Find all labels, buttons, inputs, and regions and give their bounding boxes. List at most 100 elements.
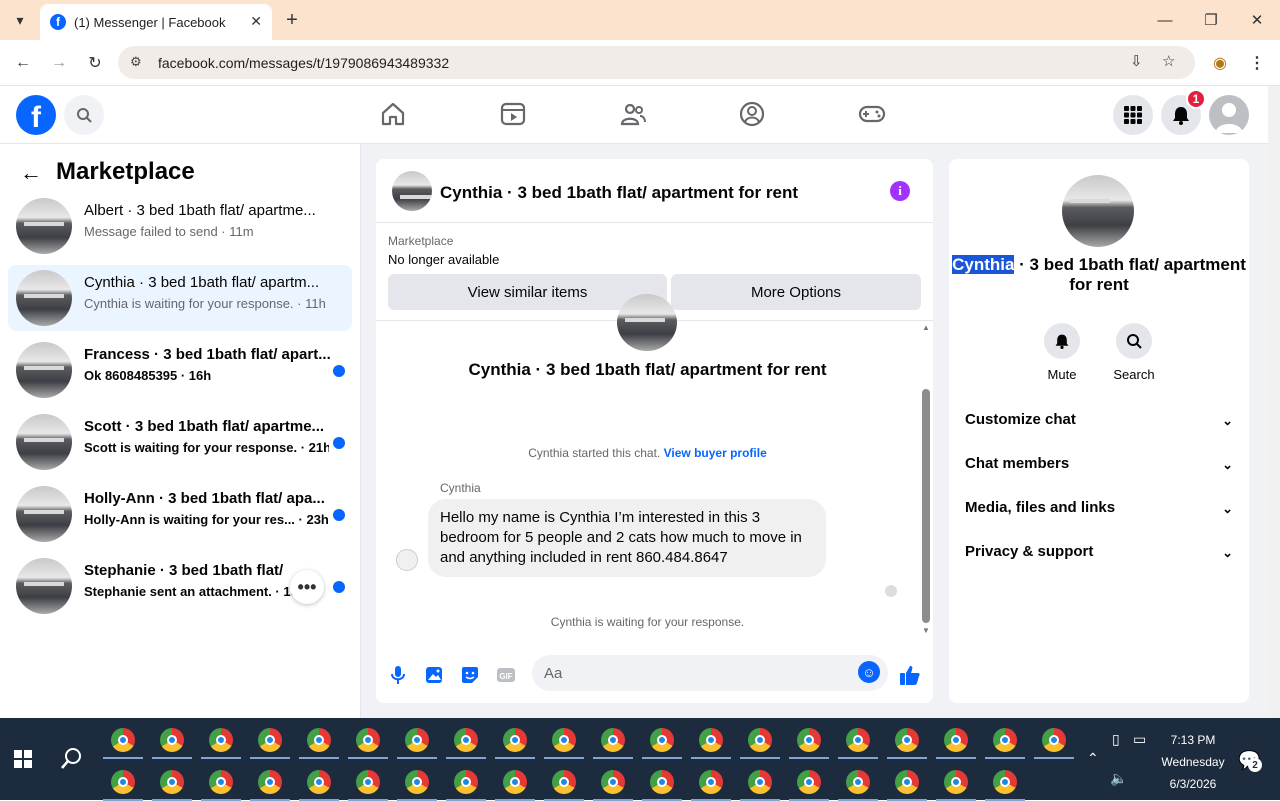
- taskbar-app-icon[interactable]: [601, 770, 625, 794]
- profile-icon[interactable]: ◉: [1208, 51, 1232, 75]
- mute-button[interactable]: Mute: [1032, 323, 1092, 382]
- taskbar-app-icon[interactable]: [748, 770, 772, 794]
- search-icon[interactable]: [64, 95, 104, 135]
- more-options-button[interactable]: More Options: [671, 274, 921, 310]
- message-scrollbar[interactable]: ▲ ▼: [919, 321, 933, 637]
- restore-icon[interactable]: ❐: [1196, 8, 1226, 32]
- browser-tab[interactable]: f (1) Messenger | Facebook ✕: [40, 4, 272, 40]
- taskbar-app-icon[interactable]: [748, 728, 772, 752]
- scroll-down-icon[interactable]: ▼: [922, 626, 930, 635]
- windows-start-icon[interactable]: [14, 750, 32, 773]
- conversation-title[interactable]: Cynthia · 3 bed 1bath flat/ apartment fo…: [440, 183, 798, 203]
- taskbar-app-icon[interactable]: [1042, 728, 1066, 752]
- taskbar-app-icon[interactable]: [454, 728, 478, 752]
- chat-item-francess[interactable]: Francess · 3 bed 1bath flat/ apart... Ok…: [8, 337, 352, 403]
- section-chat-members[interactable]: Chat members ⌄: [965, 455, 1233, 479]
- taskbar-app-icon[interactable]: [405, 770, 429, 794]
- video-icon[interactable]: [499, 100, 527, 128]
- taskbar-app-icon[interactable]: [111, 728, 135, 752]
- chat-item-cynthia[interactable]: Cynthia · 3 bed 1bath flat/ apartm... Cy…: [8, 265, 352, 331]
- reload-icon[interactable]: ↻: [83, 51, 107, 75]
- section-privacy-support[interactable]: Privacy & support ⌄: [965, 543, 1233, 567]
- taskbar-app-icon[interactable]: [503, 770, 527, 794]
- taskbar-app-icon[interactable]: [650, 770, 674, 794]
- listing-thumbnail[interactable]: [392, 171, 432, 211]
- back-arrow-icon[interactable]: ←: [20, 160, 42, 186]
- chat-item-scott[interactable]: Scott · 3 bed 1bath flat/ apartme... Sco…: [8, 409, 352, 475]
- site-info-icon[interactable]: ⚙: [130, 54, 142, 70]
- avatar[interactable]: [1209, 95, 1249, 135]
- microphone-icon[interactable]: [386, 663, 410, 687]
- taskbar-app-icon[interactable]: [699, 728, 723, 752]
- taskbar-app-icon[interactable]: [797, 728, 821, 752]
- taskbar-app-icon[interactable]: [307, 770, 331, 794]
- menu-grid-icon[interactable]: [1113, 95, 1153, 135]
- taskbar-clock[interactable]: 7:13 PM Wednesday 6/3/2026: [1150, 729, 1236, 795]
- taskbar-app-icon[interactable]: [601, 728, 625, 752]
- groups-icon[interactable]: [738, 100, 766, 128]
- thumbs-up-icon[interactable]: [898, 663, 922, 687]
- photo-icon[interactable]: [422, 663, 446, 687]
- sender-avatar[interactable]: [396, 549, 418, 571]
- taskbar-app-icon[interactable]: [993, 728, 1017, 752]
- taskbar-app-icon[interactable]: [258, 770, 282, 794]
- friends-icon[interactable]: [619, 100, 647, 128]
- taskbar-app-icon[interactable]: [160, 770, 184, 794]
- view-buyer-profile-link[interactable]: View buyer profile: [664, 446, 767, 460]
- emoji-icon[interactable]: ☺: [858, 661, 880, 683]
- taskbar-app-icon[interactable]: [405, 728, 429, 752]
- close-window-icon[interactable]: ✕: [1242, 8, 1272, 32]
- taskbar-app-icon[interactable]: [993, 770, 1017, 794]
- taskbar-app-icon[interactable]: [895, 770, 919, 794]
- taskbar-app-icon[interactable]: [503, 728, 527, 752]
- taskbar-app-icon[interactable]: [944, 770, 968, 794]
- taskbar-app-icon[interactable]: [552, 728, 576, 752]
- home-icon[interactable]: [379, 100, 407, 128]
- bookmark-star-icon[interactable]: ☆: [1162, 52, 1175, 70]
- chat-more-options-button[interactable]: •••: [290, 570, 324, 604]
- url-bar[interactable]: ⚙ facebook.com/messages/t/19790869434893…: [118, 46, 1195, 79]
- taskbar-app-icon[interactable]: [258, 728, 282, 752]
- taskbar-app-icon[interactable]: [846, 728, 870, 752]
- info-icon[interactable]: i: [890, 181, 910, 201]
- section-customize-chat[interactable]: Customize chat ⌄: [965, 411, 1233, 435]
- taskbar-app-icon[interactable]: [356, 770, 380, 794]
- taskbar-app-icon[interactable]: [209, 770, 233, 794]
- taskbar-app-icon[interactable]: [895, 728, 919, 752]
- sticker-icon[interactable]: [458, 663, 482, 687]
- page-scrollbar[interactable]: [1268, 86, 1280, 718]
- taskbar-app-icon[interactable]: [552, 770, 576, 794]
- chat-item-albert[interactable]: Albert · 3 bed 1bath flat/ apartme... Me…: [8, 193, 352, 259]
- facebook-logo-icon[interactable]: f: [16, 95, 56, 135]
- tab-search-icon[interactable]: ▾: [8, 8, 32, 32]
- device-icon[interactable]: ▯: [1112, 731, 1120, 748]
- search-in-chat-button[interactable]: Search: [1104, 323, 1164, 382]
- show-hidden-icons-icon[interactable]: ⌃: [1087, 750, 1099, 767]
- forward-icon[interactable]: →: [47, 51, 71, 75]
- gaming-icon[interactable]: [858, 100, 886, 128]
- browser-menu-icon[interactable]: ⋮: [1245, 51, 1269, 75]
- taskbar-app-icon[interactable]: [356, 728, 380, 752]
- tab-close-icon[interactable]: ✕: [250, 13, 262, 30]
- taskbar-app-icon[interactable]: [797, 770, 821, 794]
- minimize-icon[interactable]: —: [1150, 8, 1180, 32]
- taskbar-app-icon[interactable]: [650, 728, 674, 752]
- taskbar-app-icon[interactable]: [160, 728, 184, 752]
- taskbar-app-icon[interactable]: [454, 770, 478, 794]
- scrollbar-thumb[interactable]: [922, 389, 930, 623]
- taskbar-app-icon[interactable]: [307, 728, 331, 752]
- chat-item-holly-ann[interactable]: Holly-Ann · 3 bed 1bath flat/ apa... Hol…: [8, 481, 352, 547]
- install-app-icon[interactable]: ⇩: [1130, 52, 1143, 70]
- new-tab-icon[interactable]: +: [280, 8, 304, 32]
- gif-icon[interactable]: GIF: [494, 663, 518, 687]
- taskbar-search-icon[interactable]: [60, 746, 84, 773]
- taskbar-app-icon[interactable]: [846, 770, 870, 794]
- network-icon[interactable]: ▭: [1133, 731, 1146, 748]
- scroll-up-icon[interactable]: ▲: [922, 323, 930, 332]
- message-input[interactable]: Aa ☺: [532, 655, 888, 691]
- taskbar-app-icon[interactable]: [209, 728, 233, 752]
- back-icon[interactable]: ←: [11, 51, 35, 75]
- taskbar-app-icon[interactable]: [111, 770, 135, 794]
- taskbar-app-icon[interactable]: [944, 728, 968, 752]
- taskbar-app-icon[interactable]: [699, 770, 723, 794]
